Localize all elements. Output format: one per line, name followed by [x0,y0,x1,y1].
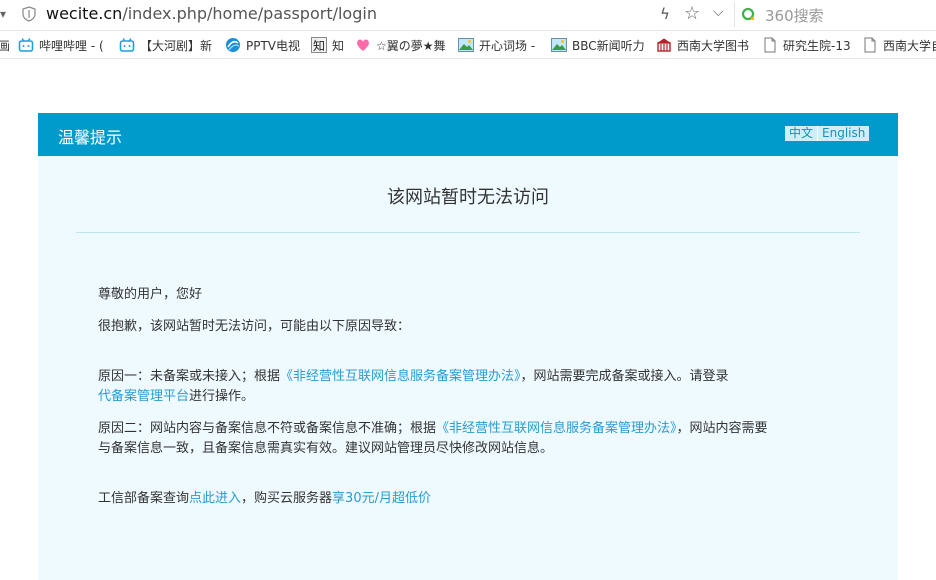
address-bar: ▾ wecite.cn/index.php/home/passport/logi… [0,0,936,31]
bookmark-label: BBC新闻听力 [572,38,645,53]
reason-2-line-2: 与备案信息一致，且备案信息需真实有效。建议网站管理员尽快修改网站信息。 [98,441,554,456]
card-title: 温馨提示 [58,128,123,147]
search-box[interactable]: 360搜索 [734,2,936,27]
search-input[interactable]: 360搜索 [765,5,824,26]
reason-1-text-b: ，网站需要完成备案或接入。请登录 [520,369,729,384]
bookmark-item[interactable]: 开心词场 - [458,35,535,55]
bookmark-item[interactable]: 研究生院-13 [762,35,851,55]
bookmark-item[interactable]: BBC新闻听力 [551,35,645,55]
heart-icon [357,39,369,51]
regulation-link-2[interactable]: 《非经营性互联网信息服务备案管理办法》 [436,421,677,436]
search-engine-logo-icon [741,7,755,21]
bookmark-item[interactable]: PPTV电视 [225,35,300,55]
svg-text:知: 知 [313,39,325,53]
regulation-link-1[interactable]: 《非经营性互联网信息服务备案管理办法》 [280,369,521,384]
card-header: 温馨提示 中文 English [38,113,898,156]
bilibili-icon [119,38,135,52]
url-field[interactable]: wecite.cn/index.php/home/passport/login [46,4,377,23]
pptv-icon [226,38,240,52]
bookmark-label: 开心词场 - [479,38,536,53]
lang-chinese-link[interactable]: 中文 [785,126,817,141]
lang-english-link[interactable]: English [818,126,869,141]
lightning-icon[interactable]: ϟ [660,5,670,23]
shield-icon[interactable] [22,6,36,22]
url-host: wecite.cn [46,4,123,23]
bookmark-label: 哔哩哔哩 - ( [39,38,104,53]
url-path: /index.php/home/passport/login [122,4,377,23]
zhihu-icon: 知 [311,37,327,53]
bilibili-icon [18,38,34,52]
bookmark-label: ☆翼の夢★舞 [376,38,446,53]
page-heading: 该网站暂时无法访问 [387,187,549,208]
bookmark-item[interactable]: 【大河剧】新 [119,35,212,55]
bookmark-label: PPTV电视 [246,38,301,53]
notice-card: 温馨提示 中文 English 该网站暂时无法访问 尊敬的用户，您好 很抱歉，该… [38,113,898,580]
server-offer-link[interactable]: 享30元/月超低价 [332,491,431,506]
bookmark-partial[interactable]: 画 [0,35,10,55]
bookmark-label: 西南大学图书 [677,38,750,53]
bookmark-item[interactable]: 西南大学图书 [656,35,749,55]
bookmark-item[interactable]: 知 知 [311,35,344,55]
back-arrow-icon[interactable]: ▾ [0,7,6,23]
bookmark-label: 研究生院-13 [783,38,851,53]
reason-1-text-a: 原因一：未备案或未接入；根据 [98,369,281,384]
bookmarks-bar: 画 哔哩哔哩 - ( 【大河剧】新 PPTV电视 知 知 ☆翼の夢★舞 开心词场… [0,31,936,59]
query-line: 工信部备案查询点此进入，购买云服务器享30元/月超低价 [98,489,431,509]
query-text-b: ，购买云服务器 [241,491,333,506]
reason-1-text-c: 进行操作。 [189,389,255,404]
divider [76,232,860,233]
building-icon [657,38,671,52]
chevron-down-icon[interactable]: ⌵ [713,4,724,20]
language-switcher: 中文 English [785,126,870,141]
bookmark-label: 知 [332,38,345,53]
bookmark-item[interactable]: 西南大学自 [862,35,936,55]
reason-1-line-1: 原因一：未备案或未接入；根据《非经营性互联网信息服务备案管理办法》，网站需要完成… [98,367,729,387]
reason-2-text-b: ，网站内容需要 [676,421,768,436]
landscape-icon [551,38,567,52]
bookmark-item[interactable]: ☆翼の夢★舞 [355,35,446,55]
bookmark-label: 西南大学自 [883,38,936,53]
bookmark-label: 【大河剧】新 [140,38,213,53]
intro-text: 很抱歉，该网站暂时无法访问，可能由以下原因导致： [98,319,411,334]
filing-platform-link[interactable]: 代备案管理平台 [98,389,189,404]
greeting-text: 尊敬的用户，您好 [98,287,203,302]
reason-1-line-2: 代备案管理平台进行操作。 [98,387,254,407]
page-icon [764,37,776,53]
star-icon[interactable]: ☆ [684,3,700,24]
page-icon [864,37,876,53]
bookmark-item[interactable]: 哔哩哔哩 - ( [18,35,104,55]
landscape-icon [458,38,474,52]
query-text-a: 工信部备案查询 [98,491,190,506]
query-enter-link[interactable]: 点此进入 [189,491,241,506]
reason-2-line-1: 原因二：网站内容与备案信息不符或备案信息不准确；根据《非经营性互联网信息服务备案… [98,419,768,439]
reason-2-text-a: 原因二：网站内容与备案信息不符或备案信息不准确；根据 [98,421,437,436]
